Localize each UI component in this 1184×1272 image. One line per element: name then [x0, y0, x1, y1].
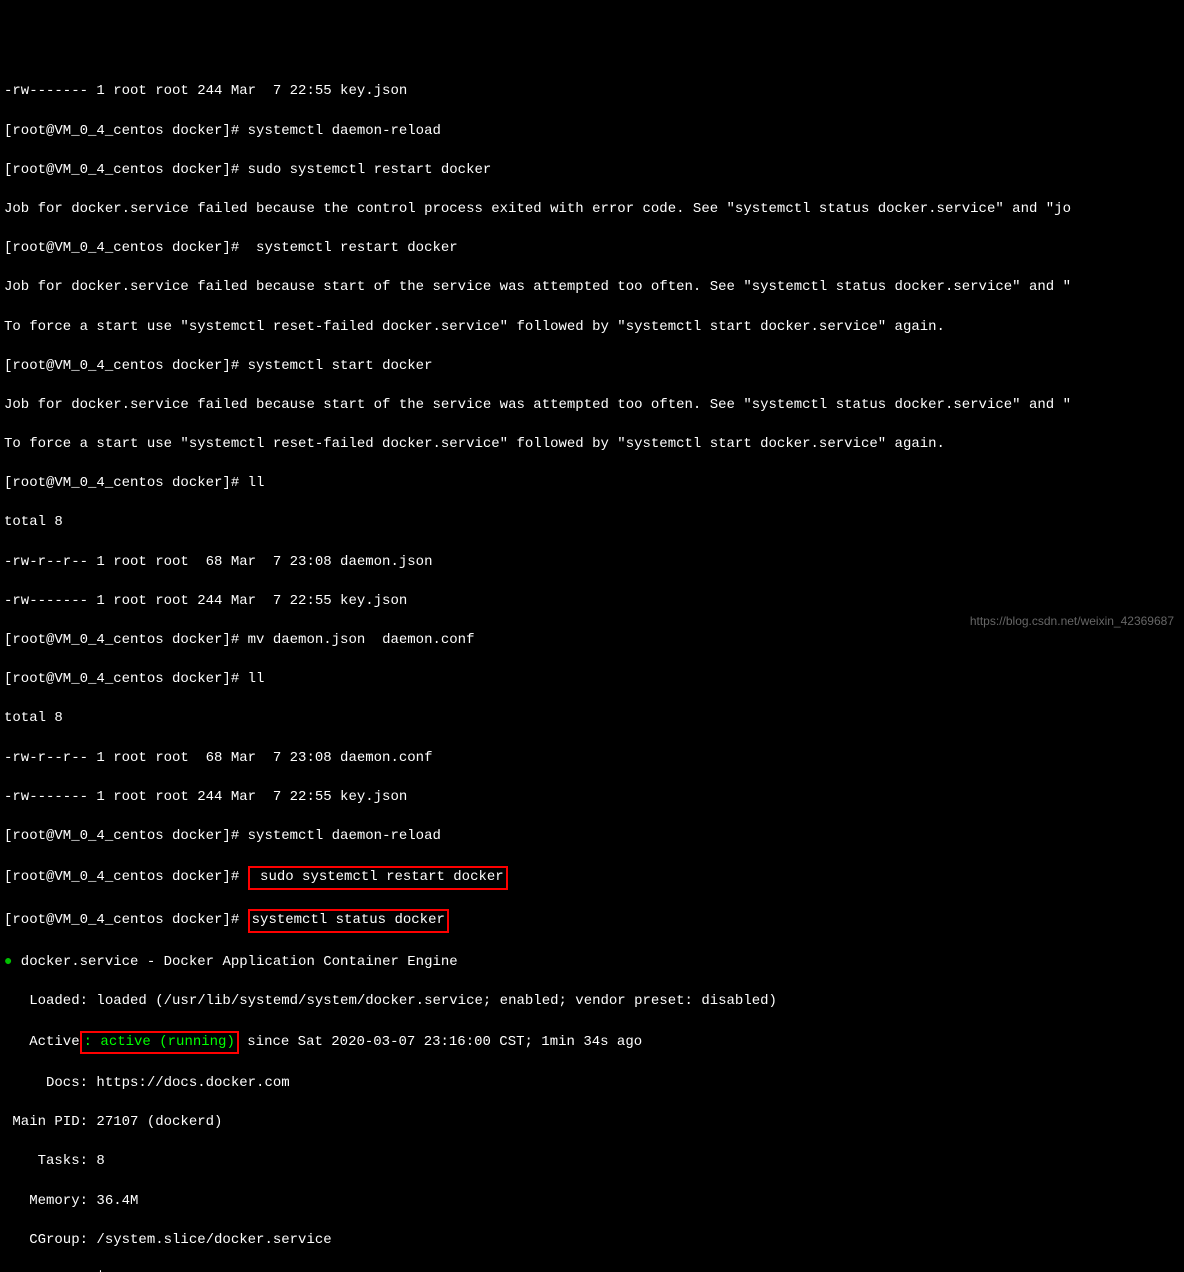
- command: ll: [248, 671, 265, 687]
- cgroup-line: CGroup: /system.slice/docker.service: [4, 1231, 1180, 1251]
- terminal-line: [root@VM_0_4_centos docker]# systemctl d…: [4, 827, 1180, 847]
- cgroup-child-line: └─27107 /usr/bin/dockerd -H fd:// --cont…: [4, 1270, 1180, 1272]
- command: mv daemon.json daemon.conf: [248, 632, 475, 648]
- command: systemctl start docker: [248, 358, 433, 374]
- terminal-line: -rw------- 1 root root 244 Mar 7 22:55 k…: [4, 82, 1180, 102]
- output-line: total 8: [4, 513, 1180, 533]
- pid-line: Main PID: 27107 (dockerd): [4, 1113, 1180, 1133]
- terminal-line: [root@VM_0_4_centos docker]# ll: [4, 670, 1180, 690]
- file-line: -rw-r--r-- 1 root root 68 Mar 7 23:08 da…: [4, 553, 1180, 573]
- error-line: Job for docker.service failed because st…: [4, 278, 1180, 298]
- service-name: docker.service - Docker Application Cont…: [12, 954, 457, 970]
- terminal-line: [root@VM_0_4_centos docker]# systemctl d…: [4, 122, 1180, 142]
- file-line: -rw------- 1 root root 244 Mar 7 22:55 k…: [4, 788, 1180, 808]
- active-time: since Sat 2020-03-07 23:16:00 CST; 1min …: [239, 1034, 642, 1050]
- command: systemctl restart docker: [256, 240, 458, 256]
- active-line: Active: active (running) since Sat 2020-…: [4, 1031, 1180, 1055]
- tasks-line: Tasks: 8: [4, 1152, 1180, 1172]
- terminal-line: [root@VM_0_4_centos docker]# mv daemon.j…: [4, 631, 1180, 651]
- prompt: [root@VM_0_4_centos docker]#: [4, 632, 248, 648]
- prompt: [root@VM_0_4_centos docker]#: [4, 475, 248, 491]
- terminal-line: [root@VM_0_4_centos docker]# systemctl s…: [4, 909, 1180, 933]
- command: ll: [248, 475, 265, 491]
- highlighted-command: systemctl status docker: [248, 909, 449, 933]
- command: systemctl daemon-reload: [248, 828, 441, 844]
- watermark-text: https://blog.csdn.net/weixin_42369687: [970, 613, 1174, 630]
- file-line: -rw-r--r-- 1 root root 68 Mar 7 23:08 da…: [4, 749, 1180, 769]
- loaded-line: Loaded: loaded (/usr/lib/systemd/system/…: [4, 992, 1180, 1012]
- prompt: [root@VM_0_4_centos docker]#: [4, 869, 248, 885]
- error-line: Job for docker.service failed because st…: [4, 396, 1180, 416]
- prompt: [root@VM_0_4_centos docker]#: [4, 828, 248, 844]
- terminal-line: [root@VM_0_4_centos docker]# systemctl r…: [4, 239, 1180, 259]
- memory-line: Memory: 36.4M: [4, 1192, 1180, 1212]
- prompt: [root@VM_0_4_centos docker]#: [4, 162, 248, 178]
- error-line: To force a start use "systemctl reset-fa…: [4, 318, 1180, 338]
- prompt: [root@VM_0_4_centos docker]#: [4, 123, 248, 139]
- active-label: Active: [4, 1034, 80, 1050]
- prompt: [root@VM_0_4_centos docker]#: [4, 671, 248, 687]
- file-line: -rw------- 1 root root 244 Mar 7 22:55 k…: [4, 592, 1180, 612]
- terminal-line: [root@VM_0_4_centos docker]# sudo system…: [4, 866, 1180, 890]
- active-status: : active (running): [80, 1031, 239, 1055]
- docs-line: Docs: https://docs.docker.com: [4, 1074, 1180, 1094]
- highlighted-command: sudo systemctl restart docker: [248, 866, 508, 890]
- service-line: ● docker.service - Docker Application Co…: [4, 953, 1180, 973]
- command: sudo systemctl restart docker: [248, 162, 492, 178]
- error-line: Job for docker.service failed because th…: [4, 200, 1180, 220]
- prompt: [root@VM_0_4_centos docker]#: [4, 358, 248, 374]
- status-bullet-icon: ●: [4, 954, 12, 970]
- prompt: [root@VM_0_4_centos docker]#: [4, 240, 256, 256]
- terminal-line: [root@VM_0_4_centos docker]# sudo system…: [4, 161, 1180, 181]
- output-line: total 8: [4, 709, 1180, 729]
- terminal-line: [root@VM_0_4_centos docker]# systemctl s…: [4, 357, 1180, 377]
- error-line: To force a start use "systemctl reset-fa…: [4, 435, 1180, 455]
- terminal-line: [root@VM_0_4_centos docker]# ll: [4, 474, 1180, 494]
- prompt: [root@VM_0_4_centos docker]#: [4, 912, 248, 928]
- command: systemctl daemon-reload: [248, 123, 441, 139]
